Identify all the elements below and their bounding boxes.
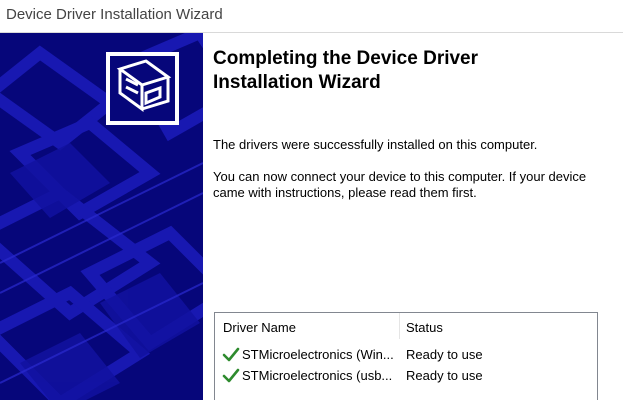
instructions-message: You can now connect your device to this … bbox=[213, 169, 613, 201]
device-driver-icon bbox=[106, 52, 179, 125]
driver-name: STMicroelectronics (Win... bbox=[242, 347, 394, 362]
banner-graphic bbox=[0, 33, 203, 400]
column-header-driver-name[interactable]: Driver Name bbox=[223, 320, 296, 335]
instructions-line1: You can now connect your device to this … bbox=[213, 169, 587, 184]
table-row[interactable]: STMicroelectronics (Win... Ready to use bbox=[215, 345, 597, 365]
column-header-status[interactable]: Status bbox=[406, 320, 443, 335]
driver-list-header: Driver Name Status bbox=[215, 313, 597, 339]
driver-list[interactable]: Driver Name Status STMicroelectronics (W… bbox=[214, 312, 598, 400]
table-row[interactable]: STMicroelectronics (usb... Ready to use bbox=[215, 366, 597, 386]
page-title-line2: Installation Wizard bbox=[213, 72, 381, 93]
wizard-window: Device Driver Installation Wizard Comple… bbox=[0, 0, 623, 400]
checkmark-icon bbox=[222, 347, 240, 362]
driver-status: Ready to use bbox=[406, 368, 483, 383]
window-title: Device Driver Installation Wizard bbox=[6, 6, 223, 23]
checkmark-icon bbox=[222, 368, 240, 383]
driver-name: STMicroelectronics (usb... bbox=[242, 368, 393, 383]
column-separator[interactable] bbox=[399, 313, 400, 339]
page-title: Completing the Device Driver Installatio… bbox=[213, 47, 613, 95]
page-title-line1: Completing the Device Driver bbox=[213, 48, 479, 69]
wizard-banner bbox=[0, 33, 203, 400]
title-bar[interactable]: Device Driver Installation Wizard bbox=[0, 0, 623, 32]
instructions-line2: came with instructions, please read them… bbox=[213, 185, 477, 200]
success-message: The drivers were successfully installed … bbox=[213, 137, 538, 152]
driver-status: Ready to use bbox=[406, 347, 483, 362]
